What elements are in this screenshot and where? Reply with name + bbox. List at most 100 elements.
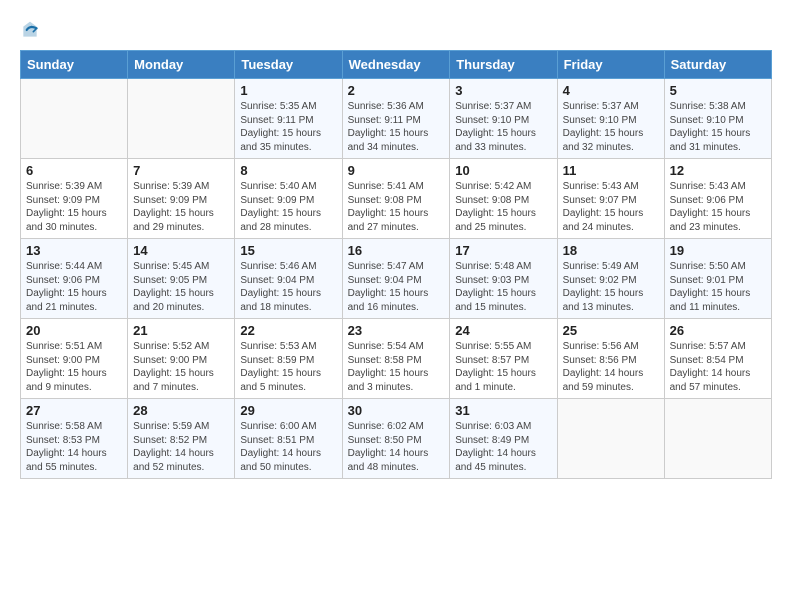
day-info: Sunrise: 5:44 AM Sunset: 9:06 PM Dayligh…	[26, 260, 122, 314]
day-number: 17	[455, 243, 551, 258]
day-info: Sunrise: 5:37 AM Sunset: 9:10 PM Dayligh…	[563, 100, 659, 154]
day-info: Sunrise: 5:50 AM Sunset: 9:01 PM Dayligh…	[670, 260, 766, 314]
day-number: 9	[348, 163, 445, 178]
logo-icon	[20, 20, 40, 40]
day-number: 23	[348, 323, 445, 338]
day-number: 26	[670, 323, 766, 338]
calendar-cell	[21, 79, 128, 159]
day-info: Sunrise: 5:54 AM Sunset: 8:58 PM Dayligh…	[348, 340, 445, 394]
calendar-cell: 1Sunrise: 5:35 AM Sunset: 9:11 PM Daylig…	[235, 79, 342, 159]
calendar-week-5: 27 Sunrise: 5:58 AM Sunset: 8:53 PM Dayli…	[21, 399, 772, 479]
day-number: 13	[26, 243, 122, 258]
day-info: Sunrise: 5:58 AM Sunset: 8:53 PM Dayligh…	[26, 420, 122, 474]
day-info: Sunrise: 5:35 AM Sunset: 9:11 PM Dayligh…	[240, 100, 336, 154]
day-info: Sunrise: 5:59 AM Sunset: 8:52 PM Dayligh…	[133, 420, 229, 474]
day-info: Sunrise: 5:55 AM Sunset: 8:57 PM Dayligh…	[455, 340, 551, 394]
calendar-week-2: 6 Sunrise: 5:39 AM Sunset: 9:09 PM Daylig…	[21, 159, 772, 239]
weekday-header-friday: Friday	[557, 51, 664, 79]
calendar-cell: 25 Sunrise: 5:56 AM Sunset: 8:56 PM Dayli…	[557, 319, 664, 399]
day-info: Sunrise: 6:03 AM Sunset: 8:49 PM Dayligh…	[455, 420, 551, 474]
day-info: Sunrise: 5:48 AM Sunset: 9:03 PM Dayligh…	[455, 260, 551, 314]
calendar-cell: 17 Sunrise: 5:48 AM Sunset: 9:03 PM Dayli…	[450, 239, 557, 319]
calendar-cell: 12Sunrise: 5:43 AM Sunset: 9:06 PM Dayli…	[664, 159, 771, 239]
day-number: 19	[670, 243, 766, 258]
day-number: 25	[563, 323, 659, 338]
calendar-cell	[128, 79, 235, 159]
calendar-cell: 29 Sunrise: 6:00 AM Sunset: 8:51 PM Dayli…	[235, 399, 342, 479]
calendar-cell: 11 Sunrise: 5:43 AM Sunset: 9:07 PM Dayli…	[557, 159, 664, 239]
day-info: Sunrise: 5:45 AM Sunset: 9:05 PM Dayligh…	[133, 260, 229, 314]
weekday-header-saturday: Saturday	[664, 51, 771, 79]
day-info: Sunrise: 5:56 AM Sunset: 8:56 PM Dayligh…	[563, 340, 659, 394]
day-number: 15	[240, 243, 336, 258]
calendar-cell: 18 Sunrise: 5:49 AM Sunset: 9:02 PM Dayli…	[557, 239, 664, 319]
day-info: Sunrise: 5:52 AM Sunset: 9:00 PM Dayligh…	[133, 340, 229, 394]
day-info: Sunrise: 6:00 AM Sunset: 8:51 PM Dayligh…	[240, 420, 336, 474]
day-number: 5	[670, 83, 766, 98]
calendar-cell: 23 Sunrise: 5:54 AM Sunset: 8:58 PM Dayli…	[342, 319, 450, 399]
day-info: Sunrise: 5:41 AM Sunset: 9:08 PM Dayligh…	[348, 180, 445, 234]
day-info: Sunrise: 5:53 AM Sunset: 8:59 PM Dayligh…	[240, 340, 336, 394]
day-number: 16	[348, 243, 445, 258]
day-number: 28	[133, 403, 229, 418]
day-number: 4	[563, 83, 659, 98]
calendar-cell: 26 Sunrise: 5:57 AM Sunset: 8:54 PM Dayli…	[664, 319, 771, 399]
calendar-week-3: 13 Sunrise: 5:44 AM Sunset: 9:06 PM Dayli…	[21, 239, 772, 319]
day-info: Sunrise: 5:38 AM Sunset: 9:10 PM Dayligh…	[670, 100, 766, 154]
day-info: Sunrise: 5:36 AM Sunset: 9:11 PM Dayligh…	[348, 100, 445, 154]
day-number: 14	[133, 243, 229, 258]
calendar-table: SundayMondayTuesdayWednesdayThursdayFrid…	[20, 50, 772, 479]
calendar-cell: 28 Sunrise: 5:59 AM Sunset: 8:52 PM Dayli…	[128, 399, 235, 479]
day-number: 10	[455, 163, 551, 178]
day-number: 7	[133, 163, 229, 178]
day-info: Sunrise: 5:37 AM Sunset: 9:10 PM Dayligh…	[455, 100, 551, 154]
day-number: 18	[563, 243, 659, 258]
day-number: 31	[455, 403, 551, 418]
day-info: Sunrise: 5:39 AM Sunset: 9:09 PM Dayligh…	[133, 180, 229, 234]
day-info: Sunrise: 5:39 AM Sunset: 9:09 PM Dayligh…	[26, 180, 122, 234]
day-info: Sunrise: 5:47 AM Sunset: 9:04 PM Dayligh…	[348, 260, 445, 314]
day-number: 29	[240, 403, 336, 418]
calendar-cell: 5 Sunrise: 5:38 AM Sunset: 9:10 PM Daylig…	[664, 79, 771, 159]
day-info: Sunrise: 5:46 AM Sunset: 9:04 PM Dayligh…	[240, 260, 336, 314]
calendar-cell: 31 Sunrise: 6:03 AM Sunset: 8:49 PM Dayli…	[450, 399, 557, 479]
calendar-cell: 2 Sunrise: 5:36 AM Sunset: 9:11 PM Daylig…	[342, 79, 450, 159]
calendar-cell: 7 Sunrise: 5:39 AM Sunset: 9:09 PM Daylig…	[128, 159, 235, 239]
day-info: Sunrise: 5:57 AM Sunset: 8:54 PM Dayligh…	[670, 340, 766, 394]
calendar-cell: 10 Sunrise: 5:42 AM Sunset: 9:08 PM Dayli…	[450, 159, 557, 239]
day-number: 12	[670, 163, 766, 178]
calendar-cell: 22 Sunrise: 5:53 AM Sunset: 8:59 PM Dayli…	[235, 319, 342, 399]
day-number: 6	[26, 163, 122, 178]
calendar-cell: 3 Sunrise: 5:37 AM Sunset: 9:10 PM Daylig…	[450, 79, 557, 159]
calendar-cell: 16 Sunrise: 5:47 AM Sunset: 9:04 PM Dayli…	[342, 239, 450, 319]
calendar-cell: 9 Sunrise: 5:41 AM Sunset: 9:08 PM Daylig…	[342, 159, 450, 239]
day-number: 22	[240, 323, 336, 338]
calendar-cell: 4 Sunrise: 5:37 AM Sunset: 9:10 PM Daylig…	[557, 79, 664, 159]
day-number: 2	[348, 83, 445, 98]
calendar-cell: 19 Sunrise: 5:50 AM Sunset: 9:01 PM Dayli…	[664, 239, 771, 319]
day-number: 3	[455, 83, 551, 98]
day-info: Sunrise: 5:51 AM Sunset: 9:00 PM Dayligh…	[26, 340, 122, 394]
day-info: Sunrise: 5:49 AM Sunset: 9:02 PM Dayligh…	[563, 260, 659, 314]
calendar-cell: 6 Sunrise: 5:39 AM Sunset: 9:09 PM Daylig…	[21, 159, 128, 239]
day-info: Sunrise: 6:02 AM Sunset: 8:50 PM Dayligh…	[348, 420, 445, 474]
weekday-header-tuesday: Tuesday	[235, 51, 342, 79]
day-number: 21	[133, 323, 229, 338]
calendar-cell: 21 Sunrise: 5:52 AM Sunset: 9:00 PM Dayli…	[128, 319, 235, 399]
day-info: Sunrise: 5:43 AM Sunset: 9:07 PM Dayligh…	[563, 180, 659, 234]
day-info: Sunrise: 5:42 AM Sunset: 9:08 PM Dayligh…	[455, 180, 551, 234]
calendar-cell: 8Sunrise: 5:40 AM Sunset: 9:09 PM Daylig…	[235, 159, 342, 239]
logo	[20, 20, 44, 40]
calendar-cell: 24 Sunrise: 5:55 AM Sunset: 8:57 PM Dayli…	[450, 319, 557, 399]
calendar-cell	[664, 399, 771, 479]
day-number: 24	[455, 323, 551, 338]
weekday-header-thursday: Thursday	[450, 51, 557, 79]
day-number: 11	[563, 163, 659, 178]
weekday-header-monday: Monday	[128, 51, 235, 79]
weekday-header-sunday: Sunday	[21, 51, 128, 79]
day-number: 27	[26, 403, 122, 418]
calendar-cell: 20Sunrise: 5:51 AM Sunset: 9:00 PM Dayli…	[21, 319, 128, 399]
weekday-header-wednesday: Wednesday	[342, 51, 450, 79]
calendar-cell: 14 Sunrise: 5:45 AM Sunset: 9:05 PM Dayli…	[128, 239, 235, 319]
calendar-cell	[557, 399, 664, 479]
